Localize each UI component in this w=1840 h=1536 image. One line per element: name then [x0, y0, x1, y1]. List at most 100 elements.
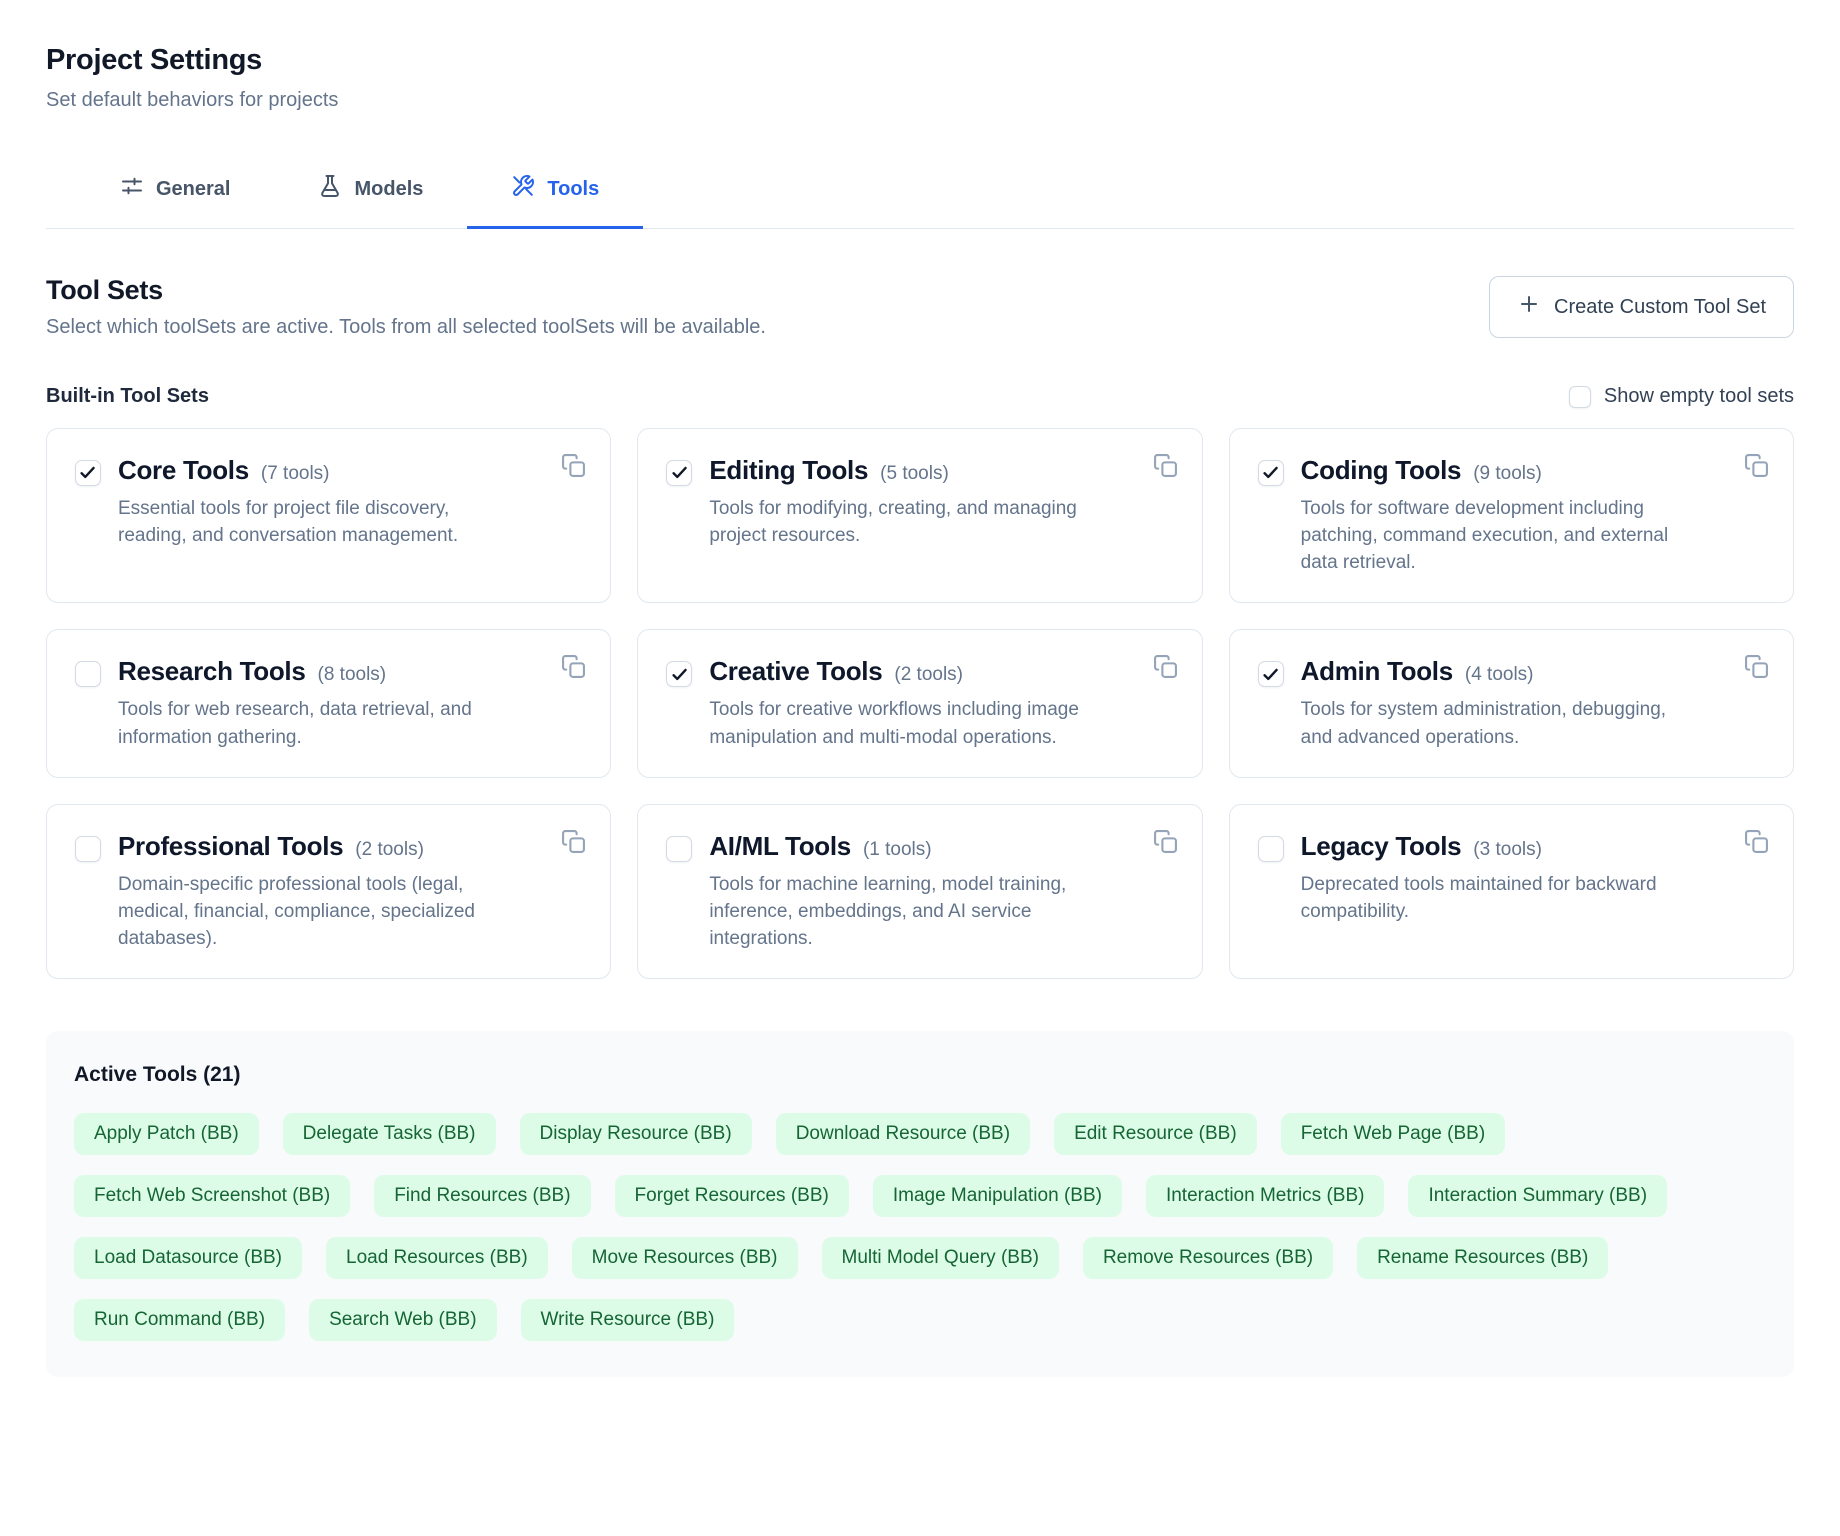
- toolset-title: AI/ML Tools: [709, 831, 851, 862]
- tab-label: Tools: [547, 178, 599, 201]
- active-tools-tag-list: Apply Patch (BB)Delegate Tasks (BB)Displ…: [74, 1113, 1744, 1340]
- toolset-checkbox[interactable]: [666, 836, 692, 862]
- toolset-checkbox[interactable]: [1258, 661, 1284, 687]
- toolset-card: Research Tools (8 tools) Tools for web r…: [46, 629, 611, 777]
- tab-tools[interactable]: Tools: [467, 168, 643, 229]
- active-tool-tag: Run Command (BB): [74, 1299, 285, 1341]
- toolset-card-body: Creative Tools (2 tools) Tools for creat…: [709, 656, 1173, 750]
- tab-label: General: [156, 178, 230, 201]
- copy-icon[interactable]: [1151, 652, 1180, 681]
- active-tools-panel: Active Tools (21) Apply Patch (BB)Delega…: [46, 1031, 1794, 1376]
- toolset-description: Deprecated tools maintained for backward…: [1301, 871, 1676, 925]
- plus-icon: [1517, 292, 1541, 322]
- toolset-count: (7 tools): [261, 463, 330, 485]
- active-tool-tag: Apply Patch (BB): [74, 1113, 259, 1155]
- toolset-checkbox[interactable]: [666, 661, 692, 687]
- toolset-count: (2 tools): [355, 839, 424, 861]
- active-tool-tag: Image Manipulation (BB): [873, 1175, 1122, 1217]
- toolset-description: Domain-specific professional tools (lega…: [118, 871, 493, 952]
- show-empty-label: Show empty tool sets: [1604, 385, 1794, 408]
- toolset-title: Core Tools: [118, 455, 249, 486]
- active-tool-tag: Fetch Web Screenshot (BB): [74, 1175, 350, 1217]
- toolset-checkbox[interactable]: [1258, 836, 1284, 862]
- toolset-title: Research Tools: [118, 656, 306, 687]
- toolset-checkbox[interactable]: [75, 836, 101, 862]
- tab-label: Models: [354, 178, 423, 201]
- toolset-description: Tools for machine learning, model traini…: [709, 871, 1084, 952]
- toolset-checkbox[interactable]: [75, 460, 101, 486]
- toolset-count: (3 tools): [1473, 839, 1542, 861]
- toolset-card-body: Professional Tools (2 tools) Domain-spec…: [118, 831, 582, 952]
- toolset-card-body: Admin Tools (4 tools) Tools for system a…: [1301, 656, 1765, 750]
- copy-icon[interactable]: [1151, 827, 1180, 856]
- toolsets-heading-group: Tool Sets Select which toolSets are acti…: [46, 275, 766, 339]
- tab-general[interactable]: General: [76, 168, 274, 229]
- copy-icon[interactable]: [559, 827, 588, 856]
- toolset-title: Coding Tools: [1301, 455, 1462, 486]
- toolsets-section-subtitle: Select which toolSets are active. Tools …: [46, 316, 766, 339]
- toolset-description: Tools for web research, data retrieval, …: [118, 696, 493, 750]
- copy-icon[interactable]: [559, 652, 588, 681]
- active-tool-tag: Write Resource (BB): [521, 1299, 735, 1341]
- active-tool-tag: Interaction Summary (BB): [1408, 1175, 1667, 1217]
- active-tool-tag: Rename Resources (BB): [1357, 1237, 1608, 1279]
- toolset-count: (8 tools): [318, 664, 387, 686]
- toolset-description: Tools for software development including…: [1301, 495, 1676, 576]
- toolset-count: (4 tools): [1465, 664, 1534, 686]
- toolset-title: Legacy Tools: [1301, 831, 1462, 862]
- create-custom-tool-set-button[interactable]: Create Custom Tool Set: [1489, 276, 1794, 338]
- toolset-grid: Core Tools (7 tools) Essential tools for…: [46, 428, 1794, 979]
- active-tool-tag: Find Resources (BB): [374, 1175, 590, 1217]
- copy-icon[interactable]: [559, 451, 588, 480]
- active-tool-tag: Download Resource (BB): [776, 1113, 1030, 1155]
- toolset-checkbox[interactable]: [1258, 460, 1284, 486]
- active-tool-tag: Move Resources (BB): [572, 1237, 798, 1279]
- active-tool-tag: Forget Resources (BB): [615, 1175, 849, 1217]
- show-empty-tool-sets-toggle[interactable]: Show empty tool sets: [1569, 385, 1794, 408]
- toolset-card: Editing Tools (5 tools) Tools for modify…: [637, 428, 1202, 603]
- copy-icon[interactable]: [1742, 451, 1771, 480]
- toolset-checkbox[interactable]: [75, 661, 101, 687]
- show-empty-checkbox[interactable]: [1569, 386, 1591, 408]
- toolset-card: Legacy Tools (3 tools) Deprecated tools …: [1229, 804, 1794, 979]
- toolset-card: Admin Tools (4 tools) Tools for system a…: [1229, 629, 1794, 777]
- toolset-card-body: AI/ML Tools (1 tools) Tools for machine …: [709, 831, 1173, 952]
- sliders-icon: [120, 174, 144, 204]
- active-tool-tag: Remove Resources (BB): [1083, 1237, 1333, 1279]
- toolset-count: (5 tools): [880, 463, 949, 485]
- toolset-checkbox[interactable]: [666, 460, 692, 486]
- active-tool-tag: Search Web (BB): [309, 1299, 496, 1341]
- tab-models[interactable]: Models: [274, 168, 467, 229]
- toolset-title: Editing Tools: [709, 455, 868, 486]
- tools-icon: [511, 174, 535, 204]
- copy-icon[interactable]: [1151, 451, 1180, 480]
- flask-icon: [318, 174, 342, 204]
- page-title: Project Settings: [46, 44, 1794, 77]
- settings-tabs: General Models Tools: [46, 168, 1794, 229]
- toolsets-section-title: Tool Sets: [46, 275, 766, 306]
- toolset-count: (2 tools): [894, 664, 963, 686]
- copy-icon[interactable]: [1742, 652, 1771, 681]
- toolset-description: Tools for system administration, debuggi…: [1301, 696, 1676, 750]
- toolset-card-body: Coding Tools (9 tools) Tools for softwar…: [1301, 455, 1765, 576]
- copy-icon[interactable]: [1742, 827, 1771, 856]
- toolset-card: Professional Tools (2 tools) Domain-spec…: [46, 804, 611, 979]
- active-tool-tag: Load Resources (BB): [326, 1237, 548, 1279]
- active-tool-tag: Display Resource (BB): [520, 1113, 752, 1155]
- project-settings-page: Project Settings Set default behaviors f…: [0, 0, 1840, 1401]
- toolset-card: Coding Tools (9 tools) Tools for softwar…: [1229, 428, 1794, 603]
- toolset-card-body: Core Tools (7 tools) Essential tools for…: [118, 455, 582, 576]
- toolset-card: AI/ML Tools (1 tools) Tools for machine …: [637, 804, 1202, 979]
- active-tool-tag: Fetch Web Page (BB): [1281, 1113, 1505, 1155]
- toolset-description: Essential tools for project file discove…: [118, 495, 493, 549]
- toolset-title: Creative Tools: [709, 656, 882, 687]
- toolset-card-body: Editing Tools (5 tools) Tools for modify…: [709, 455, 1173, 576]
- active-tools-title: Active Tools (21): [74, 1063, 1766, 1087]
- create-button-label: Create Custom Tool Set: [1554, 296, 1766, 319]
- toolset-count: (1 tools): [863, 839, 932, 861]
- page-subtitle: Set default behaviors for projects: [46, 89, 1794, 112]
- toolset-description: Tools for creative workflows including i…: [709, 696, 1084, 750]
- toolset-title: Admin Tools: [1301, 656, 1453, 687]
- toolset-count: (9 tools): [1473, 463, 1542, 485]
- toolset-card-body: Research Tools (8 tools) Tools for web r…: [118, 656, 582, 750]
